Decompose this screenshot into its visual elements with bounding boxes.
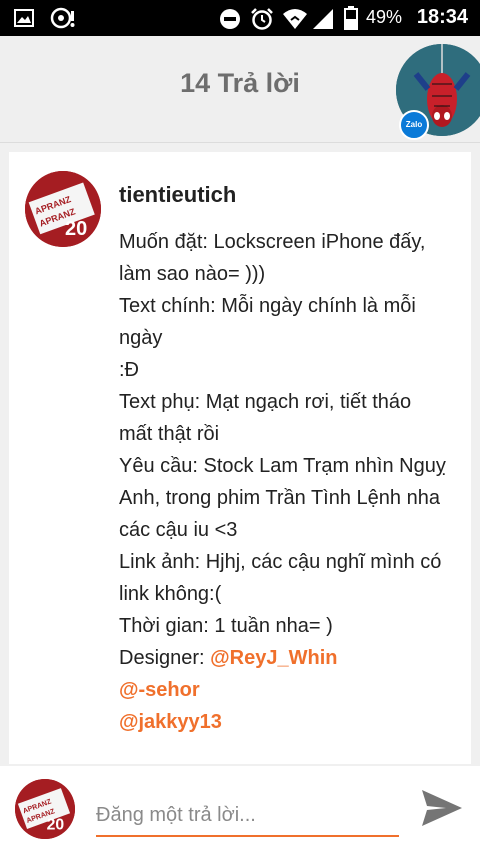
post-line: Text phụ: Mạt ngạch rơi, tiết tháo [119,391,412,413]
avatar-image: APRANZ APRANZ 20 [15,779,75,839]
current-user-avatar: APRANZ APRANZ 20 [15,779,75,839]
post-line: Muốn đặt: Lockscreen iPhone đấy, [119,231,426,253]
status-bar: 49% 18:34 [0,0,480,36]
send-button[interactable] [420,788,464,828]
signal-icon [313,9,333,29]
reply-input[interactable] [96,795,399,837]
post-line: link không:( [119,583,222,605]
post-line: ngày [119,327,163,349]
post-line: làm sao nào= ))) [119,263,266,285]
post-line: Link ảnh: Hjhj, các cậu nghĩ mình có [119,551,442,573]
zalo-badge: Zalo [399,110,429,140]
mention-link[interactable]: @-sehor [119,674,464,706]
post-line: Thời gian: 1 tuần nha= ) [119,615,333,637]
post-line: Text chính: Mỗi ngày chính là mỗi [119,295,416,317]
designer-label: Designer: [119,647,211,669]
image-icon [14,9,34,27]
wifi-icon [283,9,307,29]
minus-circle-icon [220,9,240,29]
post-line: các cậu iu <3 [119,519,238,541]
battery-percent: 49% [366,7,403,27]
headset-icon [50,7,75,29]
post-username[interactable]: tientieutich [119,182,236,208]
post-line: Yêu cầu: Stock Lam Trạm nhìn Nguỵ [119,455,446,477]
post-line: Anh, trong phim Trần Tình Lệnh nha [119,487,440,509]
avatar-badge: 20 [65,218,87,240]
post-line: :Đ [119,359,139,381]
avatar-badge: 20 [47,817,65,834]
battery-icon [344,6,358,30]
send-icon [422,790,462,826]
clock: 18:34 [416,6,468,28]
mention-link[interactable]: @jakkyy13 [119,706,464,738]
post-line: mất thật rồi [119,423,220,445]
designer-line: Designer: @ReyJ_Whin [119,642,464,674]
user-avatar[interactable]: APRANZ APRANZ 20 [25,171,101,247]
mention-link[interactable]: @ReyJ_Whin [210,647,337,669]
alarm-icon [251,8,273,30]
avatar-image: APRANZ APRANZ 20 [25,171,101,247]
post-body: Muốn đặt: Lockscreen iPhone đấy, làm sao… [119,226,464,738]
